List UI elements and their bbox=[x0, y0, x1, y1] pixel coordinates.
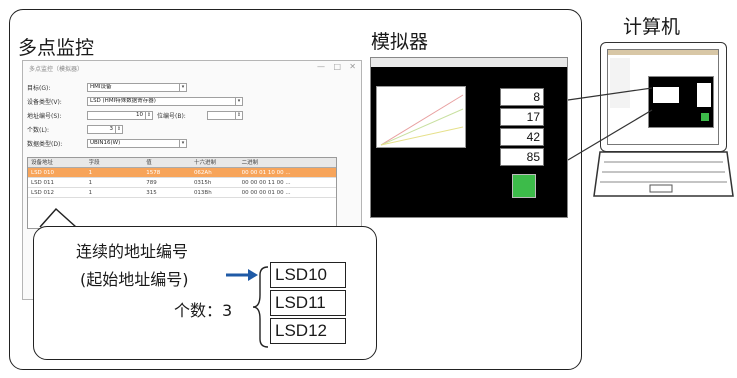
connector-lines bbox=[567, 87, 653, 161]
